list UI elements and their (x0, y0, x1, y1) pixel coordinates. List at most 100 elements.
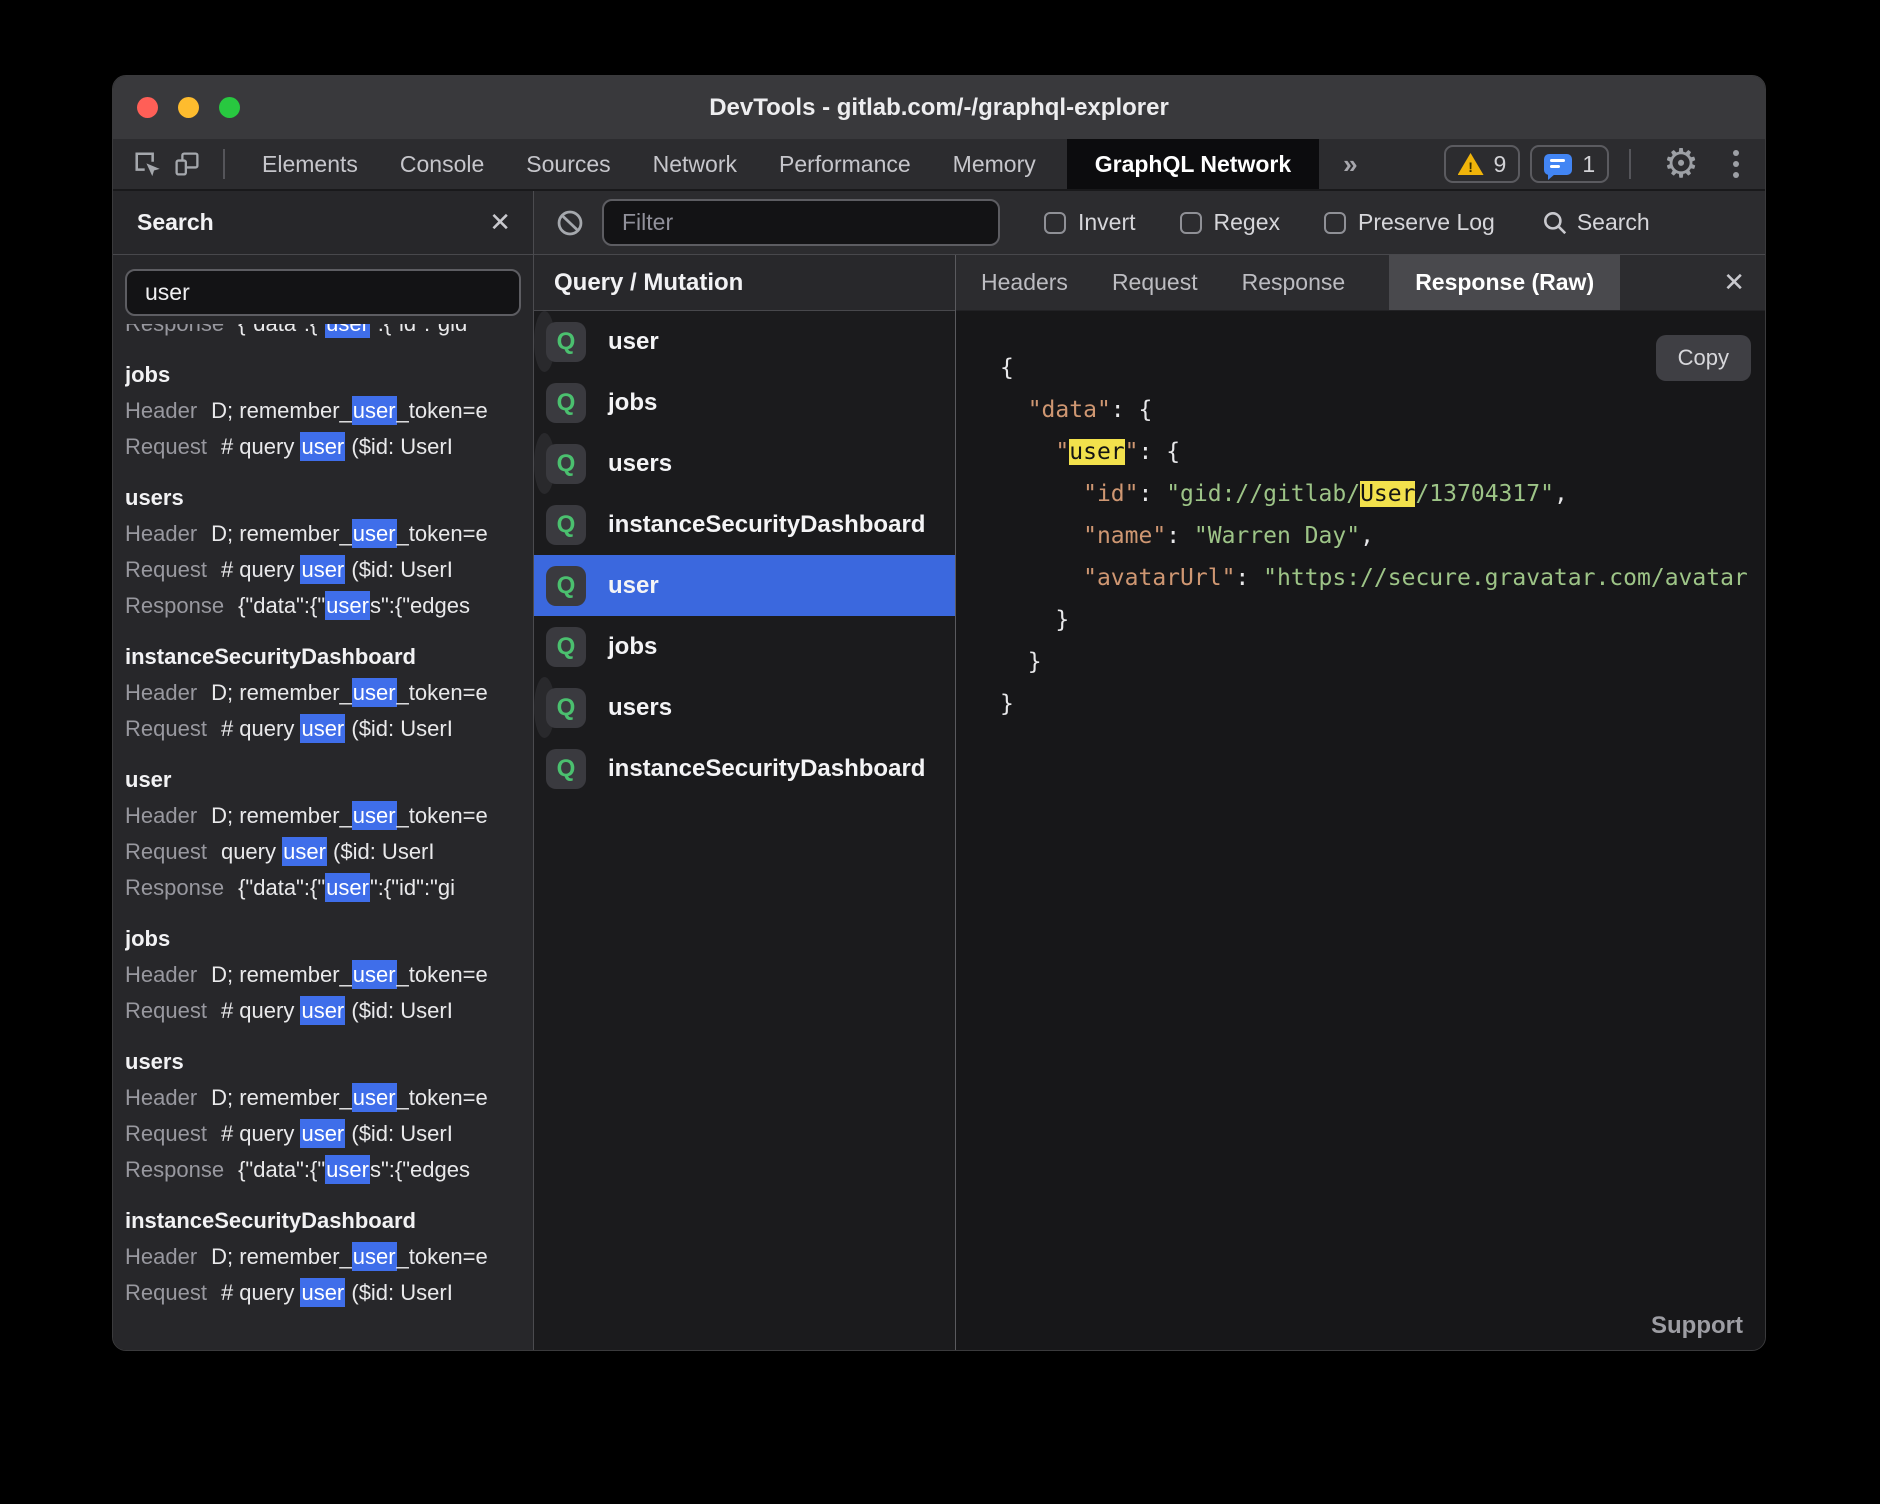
result-group-title[interactable]: user (125, 762, 521, 798)
match-highlight: user (325, 873, 370, 902)
search-result-row[interactable]: Request# query user ($id: UserI (125, 1116, 521, 1152)
search-result-row[interactable]: HeaderD; remember_user_token=e (125, 957, 521, 993)
warning-count: 9 (1494, 151, 1507, 178)
search-result-row[interactable]: Request# query user ($id: UserI (125, 429, 521, 465)
query-list-item-jobs[interactable]: Qjobs (534, 372, 955, 433)
close-search-icon[interactable]: ✕ (489, 207, 511, 238)
block-clear-icon[interactable] (553, 206, 587, 240)
query-list-item-users[interactable]: Qusers (534, 677, 555, 738)
search-result-row[interactable]: Request# query user ($id: UserI (125, 711, 521, 747)
detail-tab-response[interactable]: Response (1242, 269, 1346, 296)
result-text: ($id: UserI (345, 434, 453, 459)
search-result-row[interactable]: Response{"data":{"users":{"edges (125, 588, 521, 624)
regex-checkbox[interactable] (1180, 212, 1202, 234)
result-group-title[interactable]: jobs (125, 921, 521, 957)
code-indent (1000, 523, 1083, 549)
query-item-label: instanceSecurityDashboard (608, 511, 925, 539)
search-result-row[interactable]: HeaderD; remember_user_token=e (125, 798, 521, 834)
detail-tab-headers[interactable]: Headers (981, 269, 1068, 296)
warnings-badge[interactable]: ! 9 (1444, 145, 1521, 183)
query-badge-icon: Q (546, 688, 586, 728)
tab-network[interactable]: Network (653, 151, 737, 178)
result-field-label: Header (125, 1244, 197, 1269)
result-text: _token=e (397, 398, 488, 423)
preserve-log-checkbox[interactable] (1324, 212, 1346, 234)
search-result-row[interactable]: Request query user ($id: UserI (125, 834, 521, 870)
tab-sources[interactable]: Sources (526, 151, 610, 178)
close-detail-icon[interactable]: ✕ (1723, 267, 1745, 298)
search-input[interactable] (125, 269, 521, 316)
code-line: } (1000, 641, 1765, 683)
tab-graphql-network[interactable]: GraphQL Network (1067, 139, 1319, 189)
query-item-label: instanceSecurityDashboard (608, 755, 925, 783)
code-match-highlight: User (1360, 481, 1415, 507)
more-tabs-chevron-icon[interactable]: » (1343, 149, 1357, 180)
search-result-row[interactable]: HeaderD; remember_user_token=e (125, 1080, 521, 1116)
result-group-title[interactable]: users (125, 1044, 521, 1080)
search-result-row[interactable]: Request# query user ($id: UserI (125, 552, 521, 588)
regex-label: Regex (1214, 209, 1280, 236)
query-mutation-panel: Query / Mutation QuserQjobsQusersQinstan… (534, 255, 956, 1350)
search-result-row[interactable]: HeaderD; remember_user_token=e (125, 393, 521, 429)
match-highlight: user (352, 801, 397, 830)
result-field-label: Header (125, 803, 197, 828)
toolbar-divider (1629, 149, 1631, 179)
message-count: 1 (1582, 151, 1595, 178)
search-result-row[interactable]: HeaderD; remember_user_token=e (125, 1239, 521, 1275)
settings-gear-icon[interactable]: ⚙ (1663, 147, 1699, 181)
detail-tab-request[interactable]: Request (1112, 269, 1198, 296)
query-list-item-user[interactable]: Quser (534, 311, 555, 372)
query-item-label: user (608, 572, 659, 600)
result-text: D; remember_ (211, 521, 352, 546)
code-indent (1000, 481, 1083, 507)
tab-memory[interactable]: Memory (953, 151, 1036, 178)
result-group-title[interactable]: users (125, 480, 521, 516)
query-list-item-users[interactable]: Qusers (534, 433, 555, 494)
query-item-label: users (608, 450, 672, 478)
match-highlight: user (325, 324, 370, 338)
result-field-value: query user ($id: UserI (221, 837, 435, 866)
result-group-title[interactable]: jobs (125, 357, 521, 393)
result-group-title[interactable]: instanceSecurityDashboard (125, 639, 521, 675)
result-field-label: Request (125, 839, 207, 864)
result-text: {"data":{" (238, 1157, 325, 1182)
result-field-value: D; remember_user_token=e (211, 519, 488, 548)
search-result-row[interactable]: Response{"data":{"user":{"id":"gi (125, 870, 521, 906)
search-icon (1541, 209, 1569, 237)
tab-elements[interactable]: Elements (262, 151, 358, 178)
issues-badge[interactable]: 1 (1530, 145, 1609, 183)
search-result-row[interactable]: Response{"data":{"users":{"edges (125, 1152, 521, 1188)
warning-icon: ! (1458, 153, 1484, 175)
device-toolbar-icon[interactable] (170, 147, 204, 181)
match-highlight: user (352, 960, 397, 989)
result-text: # query (221, 434, 301, 459)
match-highlight: user (300, 1278, 345, 1307)
search-result-row[interactable]: Request# query user ($id: UserI (125, 1275, 521, 1311)
tab-performance[interactable]: Performance (779, 151, 911, 178)
tab-console[interactable]: Console (400, 151, 484, 178)
result-field-label: Response (125, 593, 224, 618)
query-list-item-instancesecuritydashboard[interactable]: QinstanceSecurityDashboard (534, 494, 955, 555)
more-options-icon[interactable] (1729, 146, 1743, 182)
query-list-item-user[interactable]: Quser (534, 555, 955, 616)
code-token: : (1139, 439, 1167, 465)
detail-tab-response-raw[interactable]: Response (Raw) (1389, 255, 1620, 310)
search-result-row[interactable]: HeaderD; remember_user_token=e (125, 516, 521, 552)
search-result-row[interactable]: Request# query user ($id: UserI (125, 993, 521, 1029)
result-field-value: D; remember_user_token=e (211, 396, 488, 425)
inspect-element-icon[interactable] (130, 147, 164, 181)
result-group-title[interactable]: instanceSecurityDashboard (125, 1203, 521, 1239)
invert-checkbox[interactable] (1044, 212, 1066, 234)
toolbar-search[interactable]: Search (1541, 209, 1650, 237)
copy-button[interactable]: Copy (1656, 335, 1751, 381)
search-result-row[interactable]: Response{"data":{"user":{"id":"gid (125, 324, 521, 342)
result-field-label: Request (125, 1280, 207, 1305)
search-result-row[interactable]: HeaderD; remember_user_token=e (125, 675, 521, 711)
support-link[interactable]: Support (1651, 1312, 1743, 1340)
filter-input[interactable] (602, 199, 1000, 246)
query-list-item-instancesecuritydashboard[interactable]: QinstanceSecurityDashboard (534, 738, 955, 799)
code-indent (1000, 649, 1028, 675)
query-badge-icon: Q (546, 322, 586, 362)
result-text: D; remember_ (211, 1085, 352, 1110)
query-list-item-jobs[interactable]: Qjobs (534, 616, 955, 677)
